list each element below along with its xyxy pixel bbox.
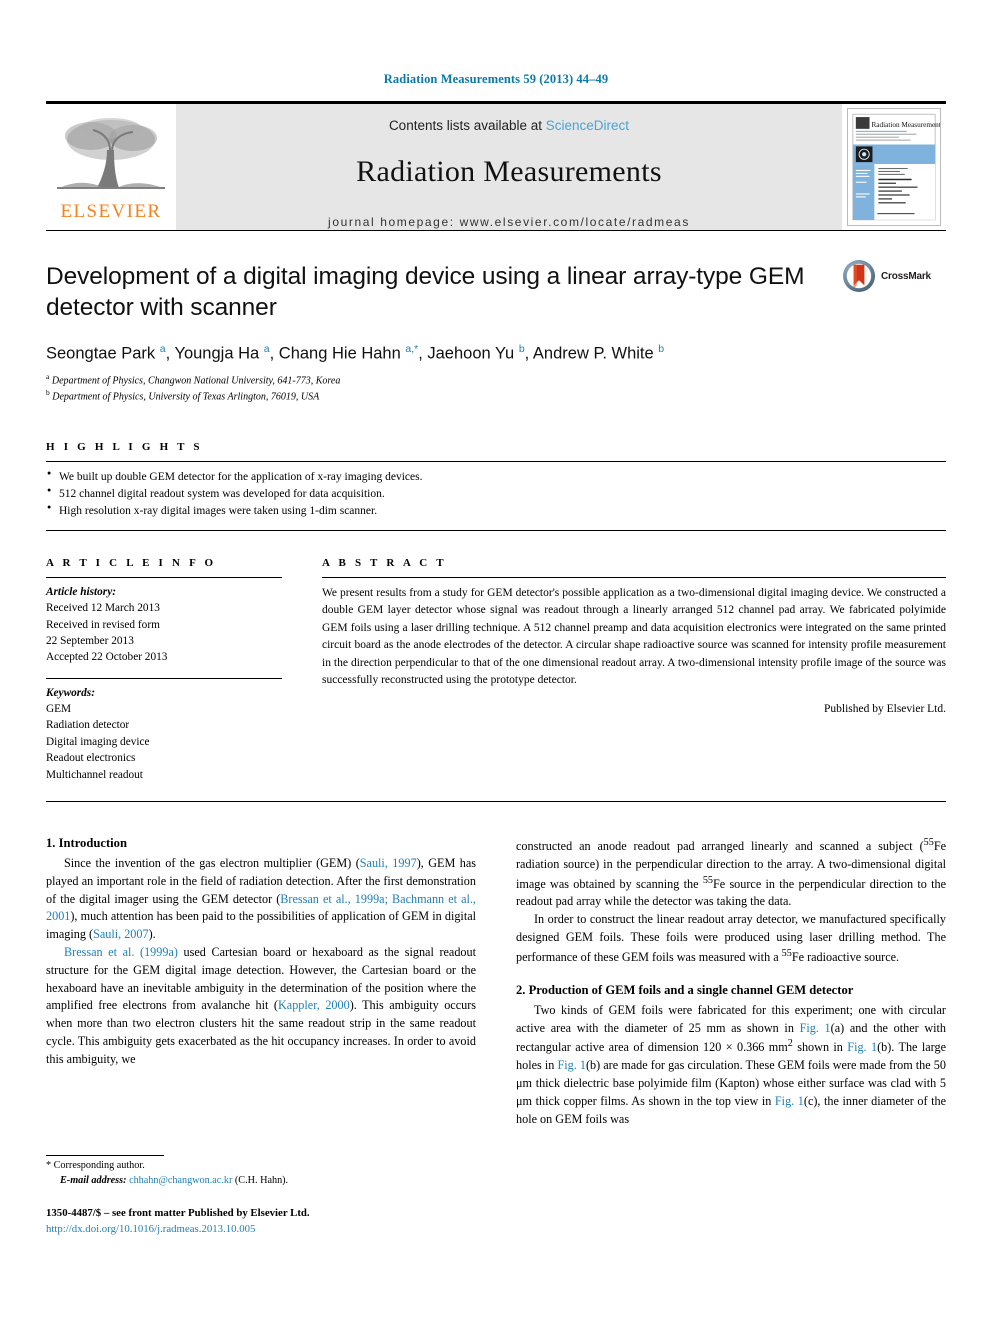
abstract-text: We present results from a study for GEM … <box>322 586 946 687</box>
issn-line: 1350-4487/$ – see front matter Published… <box>46 1206 310 1219</box>
masthead-center: Contents lists available at ScienceDirec… <box>176 104 842 230</box>
elsevier-logo: ELSEVIER <box>46 104 176 230</box>
email-label: E-mail address: <box>60 1174 127 1186</box>
abstract-bottom-rule <box>46 800 946 802</box>
affiliation-a-text: Department of Physics, Changwon National… <box>51 375 341 387</box>
keywords-label: Keywords: <box>46 686 95 699</box>
highlights-top-rule <box>46 460 946 462</box>
keyword-item: Radiation detector <box>46 719 130 732</box>
history-item: Received in revised form <box>46 618 160 631</box>
affiliation-b-text: Department of Physics, University of Tex… <box>52 391 320 403</box>
left-column: 1. Introduction Since the invention of t… <box>46 836 476 1129</box>
list-item: 512 channel digital readout system was d… <box>46 485 946 503</box>
author-list: Seongtae Park a, Youngja Ha a, Chang Hie… <box>46 343 665 363</box>
article-info-rule <box>46 576 282 578</box>
right-column: constructed an anode readout pad arrange… <box>516 836 946 1129</box>
article-header: Development of a digital imaging device … <box>46 231 946 1129</box>
journal-cover-cell: Radiation Measurements <box>842 104 946 230</box>
journal-title: Radiation Measurements <box>356 155 662 188</box>
body-columns: 1. Introduction Since the invention of t… <box>46 836 946 1129</box>
highlights-bottom-rule <box>46 529 946 531</box>
history-item: Received 12 March 2013 <box>46 602 160 615</box>
elsevier-tree-icon <box>57 117 165 189</box>
highlights-section: H I G H L I G H T S We built up double G… <box>46 441 946 531</box>
journal-masthead: ELSEVIER Contents lists available at Sci… <box>46 101 946 231</box>
affiliation-b: b Department of Physics, University of T… <box>46 388 320 403</box>
svg-text:Radiation Measurements: Radiation Measurements <box>871 121 941 129</box>
list-item: High resolution x-ray digital images wer… <box>46 502 946 520</box>
history-item: 22 September 2013 <box>46 634 134 647</box>
contents-available-line: Contents lists available at ScienceDirec… <box>389 118 629 133</box>
paragraph: In order to construct the linear readout… <box>516 912 946 964</box>
info-abstract-section: A R T I C L E I N F O Article history: R… <box>46 557 946 783</box>
keywords-rule <box>46 677 282 679</box>
highlights-label: H I G H L I G H T S <box>46 440 203 453</box>
keyword-item: GEM <box>46 703 72 716</box>
running-head: Radiation Measurements 59 (2013) 44–49 <box>383 72 609 86</box>
article-page: Radiation Measurements 59 (2013) 44–49 E… <box>0 0 992 1323</box>
section-1-heading: 1. Introduction <box>46 835 127 850</box>
crossmark-label: CrossMark <box>881 270 931 282</box>
article-history-label: Article history: <box>46 585 116 598</box>
paragraph: Since the invention of the gas electron … <box>46 855 476 942</box>
keyword-item: Readout electronics <box>46 752 136 765</box>
corresponding-author-note: * Corresponding author. E-mail address: … <box>46 1159 476 1189</box>
page-title: Development of a digital imaging device … <box>46 263 805 322</box>
article-info-label: A R T I C L E I N F O <box>46 556 217 569</box>
footnote-rule <box>46 1155 164 1156</box>
keyword-item: Multichannel readout <box>46 768 143 781</box>
highlights-list: We built up double GEM detector for the … <box>46 468 946 520</box>
email-suffix: (C.H. Hahn). <box>232 1174 289 1186</box>
journal-homepage-link[interactable]: journal homepage: www.elsevier.com/locat… <box>328 215 690 229</box>
article-info-column: A R T I C L E I N F O Article history: R… <box>46 557 282 783</box>
abstract-publisher: Published by Elsevier Ltd. <box>823 702 946 715</box>
crossmark-badge[interactable]: CrossMark <box>842 259 946 293</box>
abstract-label: A B S T R A C T <box>322 556 447 569</box>
section-2-heading: 2. Production of GEM foils and a single … <box>516 982 854 997</box>
article-history: Article history: Received 12 March 2013 … <box>46 584 282 666</box>
paragraph: Bressan et al. (1999a) used Cartesian bo… <box>46 944 476 1066</box>
page-footer: * Corresponding author. E-mail address: … <box>46 1155 476 1237</box>
abstract-rule <box>322 576 946 578</box>
keyword-item: Digital imaging device <box>46 735 150 748</box>
journal-cover-thumbnail: Radiation Measurements <box>847 108 941 226</box>
corresponding-author-text: * Corresponding author. <box>46 1160 145 1171</box>
abstract-column: A B S T R A C T We present results from … <box>322 557 946 783</box>
paragraph: constructed an anode readout pad arrange… <box>516 836 947 909</box>
email-link[interactable]: chhahn@changwon.ac.kr <box>129 1175 232 1186</box>
keywords-block: Keywords: GEM Radiation detector Digital… <box>46 685 282 783</box>
list-item: We built up double GEM detector for the … <box>46 468 946 486</box>
crossmark-icon <box>843 260 875 292</box>
email-line: E-mail address: chhahn@changwon.ac.kr (C… <box>46 1174 476 1189</box>
history-item: Accepted 22 October 2013 <box>46 651 168 664</box>
doi-link[interactable]: http://dx.doi.org/10.1016/j.radmeas.2013… <box>46 1223 255 1235</box>
affiliation-a: a Department of Physics, Changwon Nation… <box>46 371 341 387</box>
paragraph: Two kinds of GEM foils were fabricated f… <box>516 1002 946 1126</box>
elsevier-wordmark: ELSEVIER <box>60 200 162 222</box>
affiliations: a Department of Physics, Changwon Nation… <box>46 372 946 405</box>
contents-prefix: Contents lists available at <box>388 118 546 133</box>
issn-block: 1350-4487/$ – see front matter Published… <box>46 1205 476 1237</box>
sciencedirect-link[interactable]: ScienceDirect <box>546 118 629 133</box>
